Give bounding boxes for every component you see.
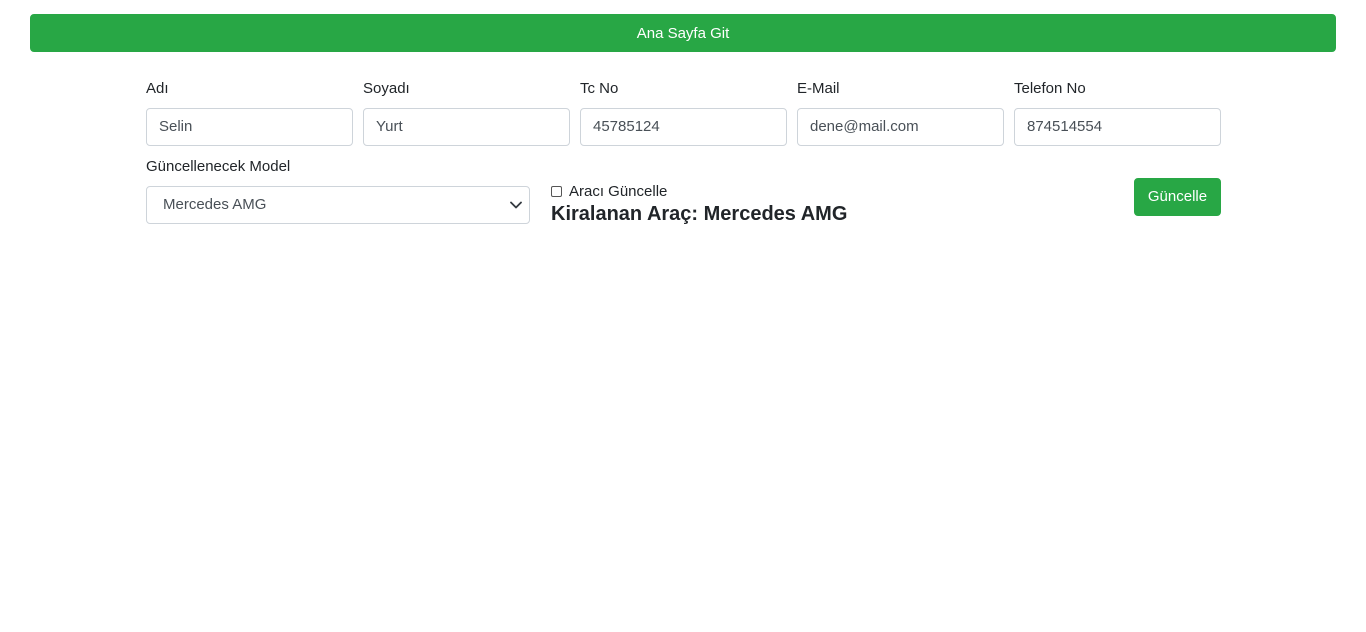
rented-vehicle-heading: Kiralanan Araç: Mercedes AMG — [551, 203, 848, 225]
model-label: Güncellenecek Model — [146, 158, 291, 175]
email-label: E-Mail — [797, 80, 840, 97]
update-button[interactable]: Güncelle — [1134, 178, 1221, 216]
email-input[interactable]: dene@mail.com — [797, 108, 1004, 146]
phone-input[interactable]: 874514554 — [1014, 108, 1221, 146]
phone-label: Telefon No — [1014, 80, 1086, 97]
update-vehicle-checkbox-row[interactable]: Aracı Güncelle — [551, 181, 667, 201]
update-vehicle-checkbox-label: Aracı Güncelle — [569, 182, 668, 200]
tc-no-label: Tc No — [580, 80, 619, 97]
tc-no-input[interactable]: 45785124 — [580, 108, 787, 146]
first-name-label: Adı — [146, 80, 169, 97]
first-name-input[interactable]: Selin — [146, 108, 353, 146]
last-name-label: Soyadı — [363, 80, 410, 97]
home-page-button[interactable]: Ana Sayfa Git — [30, 14, 1336, 52]
update-vehicle-checkbox[interactable] — [551, 185, 562, 197]
model-select-value: Mercedes AMG — [163, 196, 267, 213]
last-name-input[interactable]: Yurt — [363, 108, 570, 146]
chevron-down-icon — [509, 187, 523, 223]
model-select[interactable]: Mercedes AMG — [146, 186, 530, 224]
